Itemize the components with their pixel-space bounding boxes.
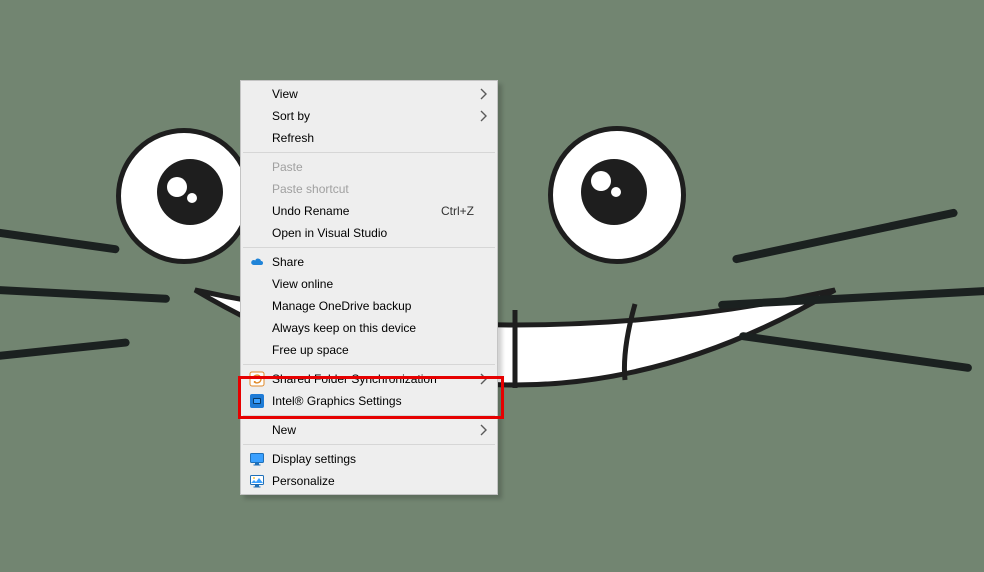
menu-item-shared-folder-sync[interactable]: Shared Folder Synchronization xyxy=(242,368,496,390)
menu-item-view[interactable]: View xyxy=(242,83,496,105)
icon-slot-empty xyxy=(248,202,266,220)
icon-slot-empty xyxy=(248,224,266,242)
icon-slot-empty xyxy=(248,85,266,103)
icon-slot-empty xyxy=(248,297,266,315)
menu-item-new[interactable]: New xyxy=(242,419,496,441)
menu-item-free-up-space[interactable]: Free up space xyxy=(242,339,496,361)
wallpaper-highlight-left-1 xyxy=(167,177,187,197)
icon-slot-empty xyxy=(248,319,266,337)
menu-item-label: View xyxy=(272,87,474,101)
menu-item-display-settings[interactable]: Display settings xyxy=(242,448,496,470)
menu-item-label: New xyxy=(272,423,474,437)
menu-item-label: Share xyxy=(272,255,474,269)
menu-item-personalize[interactable]: Personalize xyxy=(242,470,496,492)
icon-slot-empty xyxy=(248,180,266,198)
wallpaper-highlight-right-1 xyxy=(591,171,611,191)
sync-icon xyxy=(248,370,266,388)
icon-slot-empty xyxy=(248,129,266,147)
menu-item-label: Sort by xyxy=(272,109,474,123)
menu-item-view-online[interactable]: View online xyxy=(242,273,496,295)
chevron-right-icon xyxy=(478,109,488,123)
menu-item-manage-onedrive-backup[interactable]: Manage OneDrive backup xyxy=(242,295,496,317)
menu-separator xyxy=(243,364,495,365)
menu-item-undo-rename[interactable]: Undo RenameCtrl+Z xyxy=(242,200,496,222)
menu-item-intel-graphics-settings[interactable]: Intel® Graphics Settings xyxy=(242,390,496,412)
menu-separator xyxy=(243,152,495,153)
menu-item-label: Free up space xyxy=(272,343,474,357)
menu-item-sortby[interactable]: Sort by xyxy=(242,105,496,127)
menu-item-label: Paste xyxy=(272,160,474,174)
wallpaper-pupil-left xyxy=(157,159,223,225)
menu-item-label: Display settings xyxy=(272,452,474,466)
chevron-right-icon xyxy=(478,372,488,386)
menu-item-label: Manage OneDrive backup xyxy=(272,299,474,313)
menu-item-shortcut: Ctrl+Z xyxy=(441,204,474,218)
menu-item-always-keep-device[interactable]: Always keep on this device xyxy=(242,317,496,339)
menu-item-label: Personalize xyxy=(272,474,474,488)
wallpaper-eye-left xyxy=(116,128,252,264)
icon-slot-empty xyxy=(248,341,266,359)
cloud-icon xyxy=(248,253,266,271)
wallpaper-whisker-l3 xyxy=(0,338,130,362)
wallpaper-eye-right xyxy=(548,126,686,264)
menu-item-label: View online xyxy=(272,277,474,291)
menu-item-refresh[interactable]: Refresh xyxy=(242,127,496,149)
menu-item-label: Undo Rename xyxy=(272,204,441,218)
menu-separator xyxy=(243,444,495,445)
menu-item-label: Intel® Graphics Settings xyxy=(272,394,474,408)
wallpaper-whisker-r1 xyxy=(732,208,959,264)
menu-separator xyxy=(243,247,495,248)
wallpaper-whisker-l1 xyxy=(0,226,120,253)
wallpaper-whisker-l2 xyxy=(0,285,170,303)
icon-slot-empty xyxy=(248,275,266,293)
icon-slot-empty xyxy=(248,158,266,176)
menu-item-paste-shortcut: Paste shortcut xyxy=(242,178,496,200)
menu-item-paste: Paste xyxy=(242,156,496,178)
personalize-icon xyxy=(248,472,266,490)
menu-item-label: Refresh xyxy=(272,131,474,145)
icon-slot-empty xyxy=(248,421,266,439)
menu-item-label: Shared Folder Synchronization xyxy=(272,372,474,386)
intel-icon xyxy=(248,392,266,410)
wallpaper-highlight-left-2 xyxy=(187,193,197,203)
icon-slot-empty xyxy=(248,107,266,125)
menu-item-label: Paste shortcut xyxy=(272,182,474,196)
display-icon xyxy=(248,450,266,468)
menu-separator xyxy=(243,415,495,416)
desktop-context-menu: View Sort by Refresh Paste Paste shortcut Und… xyxy=(240,80,498,495)
menu-item-label: Open in Visual Studio xyxy=(272,226,474,240)
chevron-right-icon xyxy=(478,87,488,101)
menu-item-open-vs[interactable]: Open in Visual Studio xyxy=(242,222,496,244)
wallpaper-highlight-right-2 xyxy=(611,187,621,197)
menu-item-label: Always keep on this device xyxy=(272,321,474,335)
menu-item-share[interactable]: Share xyxy=(242,251,496,273)
chevron-right-icon xyxy=(478,423,488,437)
